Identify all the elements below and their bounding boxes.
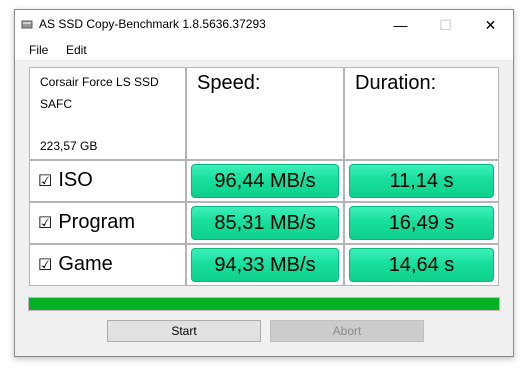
game-checkbox[interactable]: ☑ xyxy=(38,255,52,275)
row-program-duration-cell: 16,49 s xyxy=(344,202,499,244)
speed-header-cell: Speed: xyxy=(186,67,344,160)
program-duration-result: 16,49 s xyxy=(349,206,494,240)
drive-firmware: SAFC xyxy=(40,97,73,111)
row-game-duration-cell: 14,64 s xyxy=(344,244,499,286)
row-iso-duration-cell: 11,14 s xyxy=(344,160,499,202)
iso-label: ISO xyxy=(58,169,93,191)
iso-checkbox[interactable]: ☑ xyxy=(38,171,52,191)
duration-header-cell: Duration: xyxy=(344,67,499,160)
iso-option[interactable]: ☑ ISO xyxy=(38,169,93,192)
row-iso-label-cell: ☑ ISO xyxy=(29,160,186,202)
menu-bar: File Edit xyxy=(15,40,513,60)
game-option[interactable]: ☑ Game xyxy=(38,253,113,276)
iso-duration-result: 11,14 s xyxy=(349,164,494,198)
drive-size: 223,57 GB xyxy=(40,139,98,153)
results-grid: Corsair Force LS SSD SAFC 223,57 GB Spee… xyxy=(29,67,499,301)
game-speed-result: 94,33 MB/s xyxy=(191,248,339,282)
window-title: AS SSD Copy-Benchmark 1.8.5636.37293 xyxy=(39,17,266,31)
program-speed-result: 85,31 MB/s xyxy=(191,206,339,240)
app-drive-icon xyxy=(21,20,33,29)
start-button[interactable]: Start xyxy=(107,320,261,342)
program-label: Program xyxy=(58,211,136,233)
speed-header: Speed: xyxy=(197,72,261,94)
row-game-label-cell: ☑ Game xyxy=(29,244,186,286)
drive-name: Corsair Force LS SSD xyxy=(40,75,159,89)
minimize-button[interactable]: — xyxy=(378,10,423,40)
progress-bar xyxy=(28,297,500,311)
duration-header: Duration: xyxy=(355,72,437,94)
progress-fill xyxy=(29,298,499,310)
game-label: Game xyxy=(58,253,113,275)
drive-info-cell: Corsair Force LS SSD SAFC 223,57 GB xyxy=(29,67,186,160)
row-game-speed-cell: 94,33 MB/s xyxy=(186,244,344,286)
close-button[interactable]: ✕ xyxy=(468,10,513,40)
row-program-label-cell: ☑ Program xyxy=(29,202,186,244)
benchmark-window: AS SSD Copy-Benchmark 1.8.5636.37293 — ☐… xyxy=(14,9,514,357)
program-checkbox[interactable]: ☑ xyxy=(38,213,52,233)
maximize-button[interactable]: ☐ xyxy=(423,10,468,40)
row-iso-speed-cell: 96,44 MB/s xyxy=(186,160,344,202)
iso-speed-result: 96,44 MB/s xyxy=(191,164,339,198)
row-program-speed-cell: 85,31 MB/s xyxy=(186,202,344,244)
abort-button[interactable]: Abort xyxy=(270,320,424,342)
menu-file[interactable]: File xyxy=(29,43,48,57)
title-bar[interactable]: AS SSD Copy-Benchmark 1.8.5636.37293 — ☐… xyxy=(15,10,513,40)
program-option[interactable]: ☑ Program xyxy=(38,211,135,234)
game-duration-result: 14,64 s xyxy=(349,248,494,282)
menu-edit[interactable]: Edit xyxy=(66,43,87,57)
